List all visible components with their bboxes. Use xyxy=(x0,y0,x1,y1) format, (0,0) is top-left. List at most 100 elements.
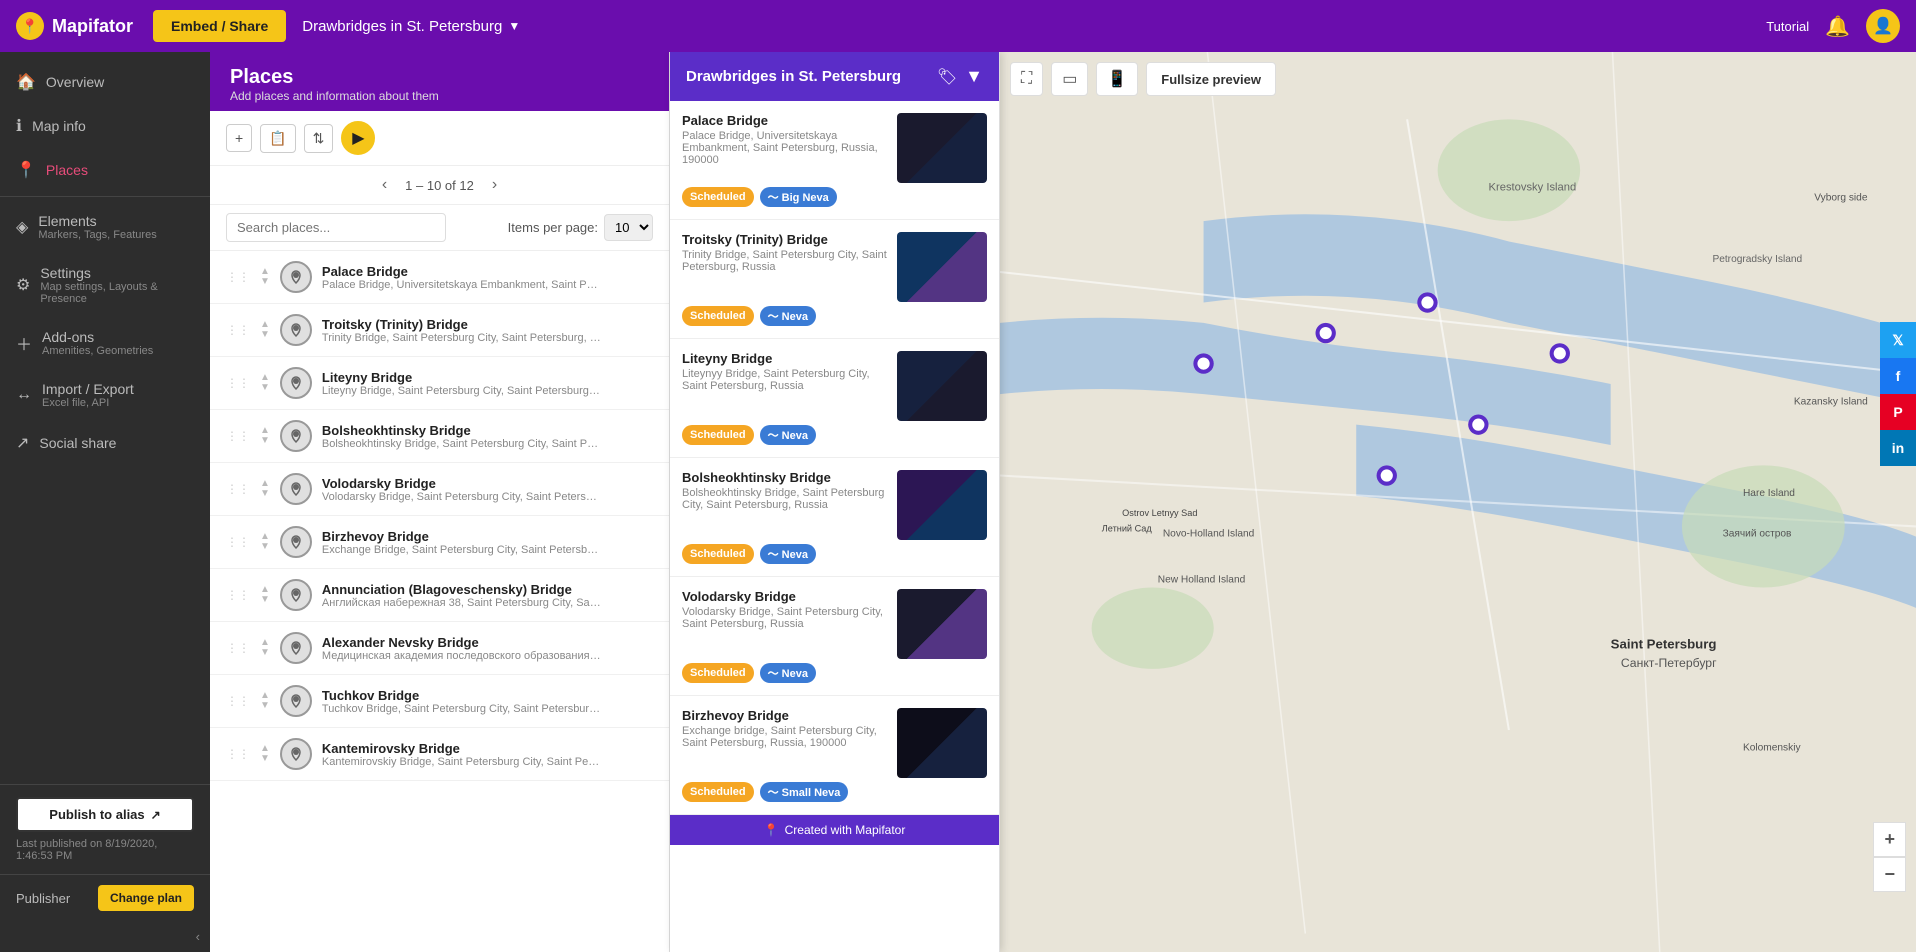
places-subtitle: Add places and information about them xyxy=(230,89,649,103)
zoom-in-button[interactable]: + xyxy=(1873,822,1906,857)
place-row[interactable]: ⋮⋮ ▲ ▼ Annunciation (Blagoveschensky) Br… xyxy=(210,569,669,622)
overlay-item[interactable]: Bolsheokhtinsky Bridge Bolsheokhtinsky B… xyxy=(670,458,999,577)
overlay-close-button[interactable]: ▼ xyxy=(965,66,983,87)
sort-button[interactable]: ⇅ xyxy=(304,124,334,153)
place-name: Volodarsky Bridge xyxy=(322,476,653,491)
bell-icon[interactable]: 🔔 xyxy=(1825,14,1850,39)
drag-handle: ⋮⋮ xyxy=(226,323,250,337)
place-row[interactable]: ⋮⋮ ▲ ▼ Volodarsky Bridge Volodarsky Brid… xyxy=(210,463,669,516)
overlay-item[interactable]: Liteyny Bridge Liteynyy Bridge, Saint Pe… xyxy=(670,339,999,458)
sidebar-collapse-button[interactable]: ‹ xyxy=(0,921,210,952)
badge: 〜 Big Neva xyxy=(760,187,837,207)
sidebar-item-places[interactable]: 📍 Places xyxy=(0,148,210,192)
overlay-header: Drawbridges in St. Petersburg 🏷 ▼ xyxy=(670,52,999,101)
badge: Scheduled xyxy=(682,663,754,683)
pinterest-share-button[interactable]: P xyxy=(1880,394,1916,430)
sort-down-button[interactable]: ▼ xyxy=(260,754,270,764)
overlay-item[interactable]: Volodarsky Bridge Volodarsky Bridge, Sai… xyxy=(670,577,999,696)
svg-text:Санкт-Петербург: Санкт-Петербург xyxy=(1621,656,1717,670)
overlay-item[interactable]: Palace Bridge Palace Bridge, Universitet… xyxy=(670,101,999,220)
sort-arrows: ▲ ▼ xyxy=(260,532,270,552)
facebook-share-button[interactable]: f xyxy=(1880,358,1916,394)
sort-down-button[interactable]: ▼ xyxy=(260,701,270,711)
overlay-footer: 📍 Created with Mapifator xyxy=(670,815,999,845)
next-page-button[interactable]: › xyxy=(486,174,503,196)
settings-icon: ⚙ xyxy=(16,275,30,295)
sidebar-item-sub: Excel file, API xyxy=(42,397,134,409)
avatar[interactable]: 👤 xyxy=(1866,9,1900,43)
sidebar-item-settings[interactable]: ⚙ Settings Map settings, Layouts & Prese… xyxy=(0,253,210,317)
place-address: Медицинская академия последовского образ… xyxy=(322,650,602,662)
sort-down-button[interactable]: ▼ xyxy=(260,330,270,340)
place-name: Bolsheokhtinsky Bridge xyxy=(322,423,653,438)
add-place-button[interactable]: + xyxy=(226,124,252,152)
place-row[interactable]: ⋮⋮ ▲ ▼ Troitsky (Trinity) Bridge Trinity… xyxy=(210,304,669,357)
sort-down-button[interactable]: ▼ xyxy=(260,383,270,393)
sidebar-item-social-share[interactable]: ↗ Social share xyxy=(0,421,210,465)
badge: Scheduled xyxy=(682,544,754,564)
linkedin-share-button[interactable]: in xyxy=(1880,430,1916,466)
sort-down-button[interactable]: ▼ xyxy=(260,489,270,499)
map-title-dropdown-icon[interactable]: ▼ xyxy=(508,19,520,33)
place-icon xyxy=(280,473,312,505)
content-area: Places Add places and information about … xyxy=(210,52,1916,952)
place-name: Kantemirovsky Bridge xyxy=(322,741,653,756)
map-controls-top: ⛶ ▭ 📱 Fullsize preview xyxy=(1010,62,1276,96)
place-row[interactable]: ⋮⋮ ▲ ▼ Alexander Nevsky Bridge Медицинск… xyxy=(210,622,669,675)
place-row[interactable]: ⋮⋮ ▲ ▼ Palace Bridge Palace Bridge, Univ… xyxy=(210,251,669,304)
place-address: Volodarsky Bridge, Saint Petersburg City… xyxy=(322,491,602,503)
sort-down-button[interactable]: ▼ xyxy=(260,595,270,605)
import-button[interactable]: 📋 xyxy=(260,124,295,153)
fullscreen-button[interactable]: ⛶ xyxy=(1010,62,1043,96)
home-icon: 🏠 xyxy=(16,72,36,92)
badge: 〜 Neva xyxy=(760,663,816,683)
overlay-item[interactable]: Troitsky (Trinity) Bridge Trinity Bridge… xyxy=(670,220,999,339)
sort-down-button[interactable]: ▼ xyxy=(260,542,270,552)
overlay-item-content: Palace Bridge Palace Bridge, Universitet… xyxy=(682,113,987,183)
sidebar-item-import-export[interactable]: ↔ Import / Export Excel file, API xyxy=(0,369,210,421)
sidebar-item-overview[interactable]: 🏠 Overview xyxy=(0,60,210,104)
play-button[interactable]: ▶ xyxy=(341,121,375,155)
search-input[interactable] xyxy=(226,213,446,242)
publish-to-alias-button[interactable]: Publish to alias ↗ xyxy=(16,797,194,832)
svg-text:Petrogradsky Island: Petrogradsky Island xyxy=(1712,254,1802,265)
twitter-share-button[interactable]: 𝕏 xyxy=(1880,322,1916,358)
fullsize-preview-button[interactable]: Fullsize preview xyxy=(1146,62,1276,96)
sort-down-button[interactable]: ▼ xyxy=(260,436,270,446)
sidebar-item-addons[interactable]: ＋ Add-ons Amenities, Geometries xyxy=(0,317,210,369)
place-row[interactable]: ⋮⋮ ▲ ▼ Birzhevoy Bridge Exchange Bridge,… xyxy=(210,516,669,569)
items-per-page-select[interactable]: 10 25 50 xyxy=(604,214,653,241)
tutorial-link[interactable]: Tutorial xyxy=(1766,19,1809,34)
place-row[interactable]: ⋮⋮ ▲ ▼ Liteyny Bridge Liteyny Bridge, Sa… xyxy=(210,357,669,410)
sidebar-item-map-info[interactable]: ℹ Map info xyxy=(0,104,210,148)
overlay-tag-button[interactable]: 🏷 xyxy=(937,66,957,87)
place-name: Palace Bridge xyxy=(322,264,653,279)
place-info: Tuchkov Bridge Tuchkov Bridge, Saint Pet… xyxy=(322,688,653,715)
prev-page-button[interactable]: ‹ xyxy=(376,174,393,196)
zoom-out-button[interactable]: − xyxy=(1873,857,1906,892)
badge: 〜 Neva xyxy=(760,425,816,445)
place-row[interactable]: ⋮⋮ ▲ ▼ Tuchkov Bridge Tuchkov Bridge, Sa… xyxy=(210,675,669,728)
place-name: Annunciation (Blagoveschensky) Bridge xyxy=(322,582,653,597)
app-logo: 📍 Mapifator xyxy=(16,12,133,40)
overlay-item[interactable]: Birzhevoy Bridge Exchange bridge, Saint … xyxy=(670,696,999,815)
topbar-right: Tutorial 🔔 👤 xyxy=(1766,9,1900,43)
place-name: Birzhevoy Bridge xyxy=(322,529,653,544)
place-info: Birzhevoy Bridge Exchange Bridge, Saint … xyxy=(322,529,653,556)
sidebar-item-label: Add-ons xyxy=(42,329,153,345)
tablet-preview-button[interactable]: ▭ xyxy=(1051,62,1088,96)
change-plan-button[interactable]: Change plan xyxy=(98,885,194,911)
place-row[interactable]: ⋮⋮ ▲ ▼ Bolsheokhtinsky Bridge Bolsheokht… xyxy=(210,410,669,463)
sort-down-button[interactable]: ▼ xyxy=(260,277,270,287)
pinterest-icon: P xyxy=(1893,404,1902,420)
sidebar-item-elements[interactable]: ◈ Elements Markers, Tags, Features xyxy=(0,201,210,253)
place-row[interactable]: ⋮⋮ ▲ ▼ Kantemirovsky Bridge Kantemirovsk… xyxy=(210,728,669,781)
embed-share-button[interactable]: Embed / Share xyxy=(153,10,286,42)
overlay-item-badges: Scheduled〜 Neva xyxy=(682,425,987,445)
places-header: Places Add places and information about … xyxy=(210,52,669,111)
sort-down-button[interactable]: ▼ xyxy=(260,648,270,658)
place-icon xyxy=(280,314,312,346)
drag-handle: ⋮⋮ xyxy=(226,270,250,284)
place-name: Alexander Nevsky Bridge xyxy=(322,635,653,650)
mobile-preview-button[interactable]: 📱 xyxy=(1096,62,1138,96)
